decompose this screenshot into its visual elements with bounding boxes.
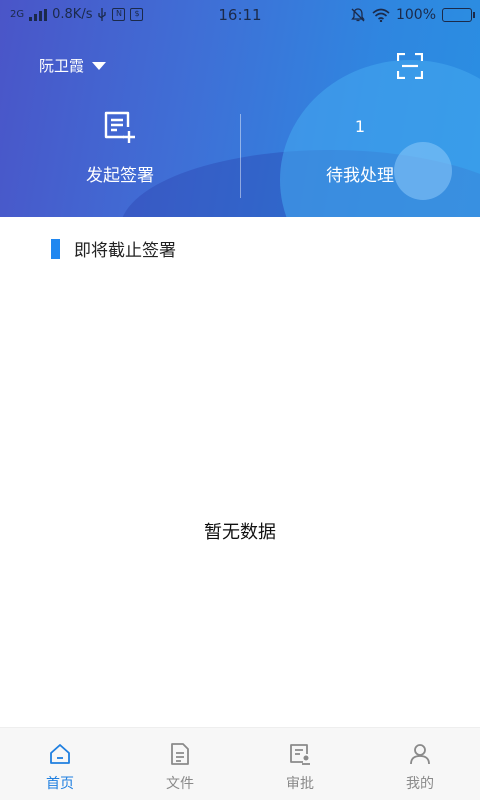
tab-approval[interactable]: 审批 bbox=[240, 728, 360, 800]
empty-state-text: 暂无数据 bbox=[204, 522, 276, 543]
status-bar: 2G 0.8K/s N $ 16:11 100% bbox=[0, 0, 480, 30]
tab-bar: 首页 文件 审批 我的 bbox=[0, 727, 480, 800]
tab-mine[interactable]: 我的 bbox=[360, 728, 480, 800]
battery-icon bbox=[442, 8, 475, 22]
dropdown-caret-icon bbox=[92, 61, 107, 70]
tab-label: 审批 bbox=[286, 776, 314, 792]
doc-add-icon bbox=[104, 111, 135, 143]
tab-label: 文件 bbox=[166, 776, 194, 792]
tab-files[interactable]: 文件 bbox=[120, 728, 240, 800]
tab-label: 我的 bbox=[406, 776, 434, 792]
user-selector[interactable]: 阮卫霞 bbox=[39, 55, 107, 76]
home-icon bbox=[50, 744, 70, 764]
pending-count: 1 bbox=[354, 117, 366, 136]
status-right: 100% bbox=[350, 7, 475, 23]
approval-icon bbox=[290, 744, 310, 765]
section-title: 即将截止签署 bbox=[74, 241, 176, 261]
pending-tasks-button[interactable]: 1 待我处理 bbox=[240, 110, 480, 200]
file-icon bbox=[171, 743, 189, 765]
section-header: 即将截止签署 bbox=[51, 236, 176, 261]
user-icon bbox=[410, 744, 430, 765]
silent-bell-icon bbox=[351, 8, 365, 22]
user-name: 阮卫霞 bbox=[39, 57, 85, 75]
tab-home[interactable]: 首页 bbox=[0, 728, 120, 800]
tab-label: 首页 bbox=[46, 776, 74, 792]
wifi-icon bbox=[372, 8, 390, 22]
battery-percent: 100% bbox=[395, 7, 436, 23]
scan-icon[interactable] bbox=[397, 53, 423, 79]
pending-tasks-label: 待我处理 bbox=[326, 166, 394, 186]
start-signing-button[interactable]: 发起签署 bbox=[0, 110, 240, 200]
start-signing-label: 发起签署 bbox=[86, 166, 154, 186]
section-marker bbox=[51, 238, 60, 259]
